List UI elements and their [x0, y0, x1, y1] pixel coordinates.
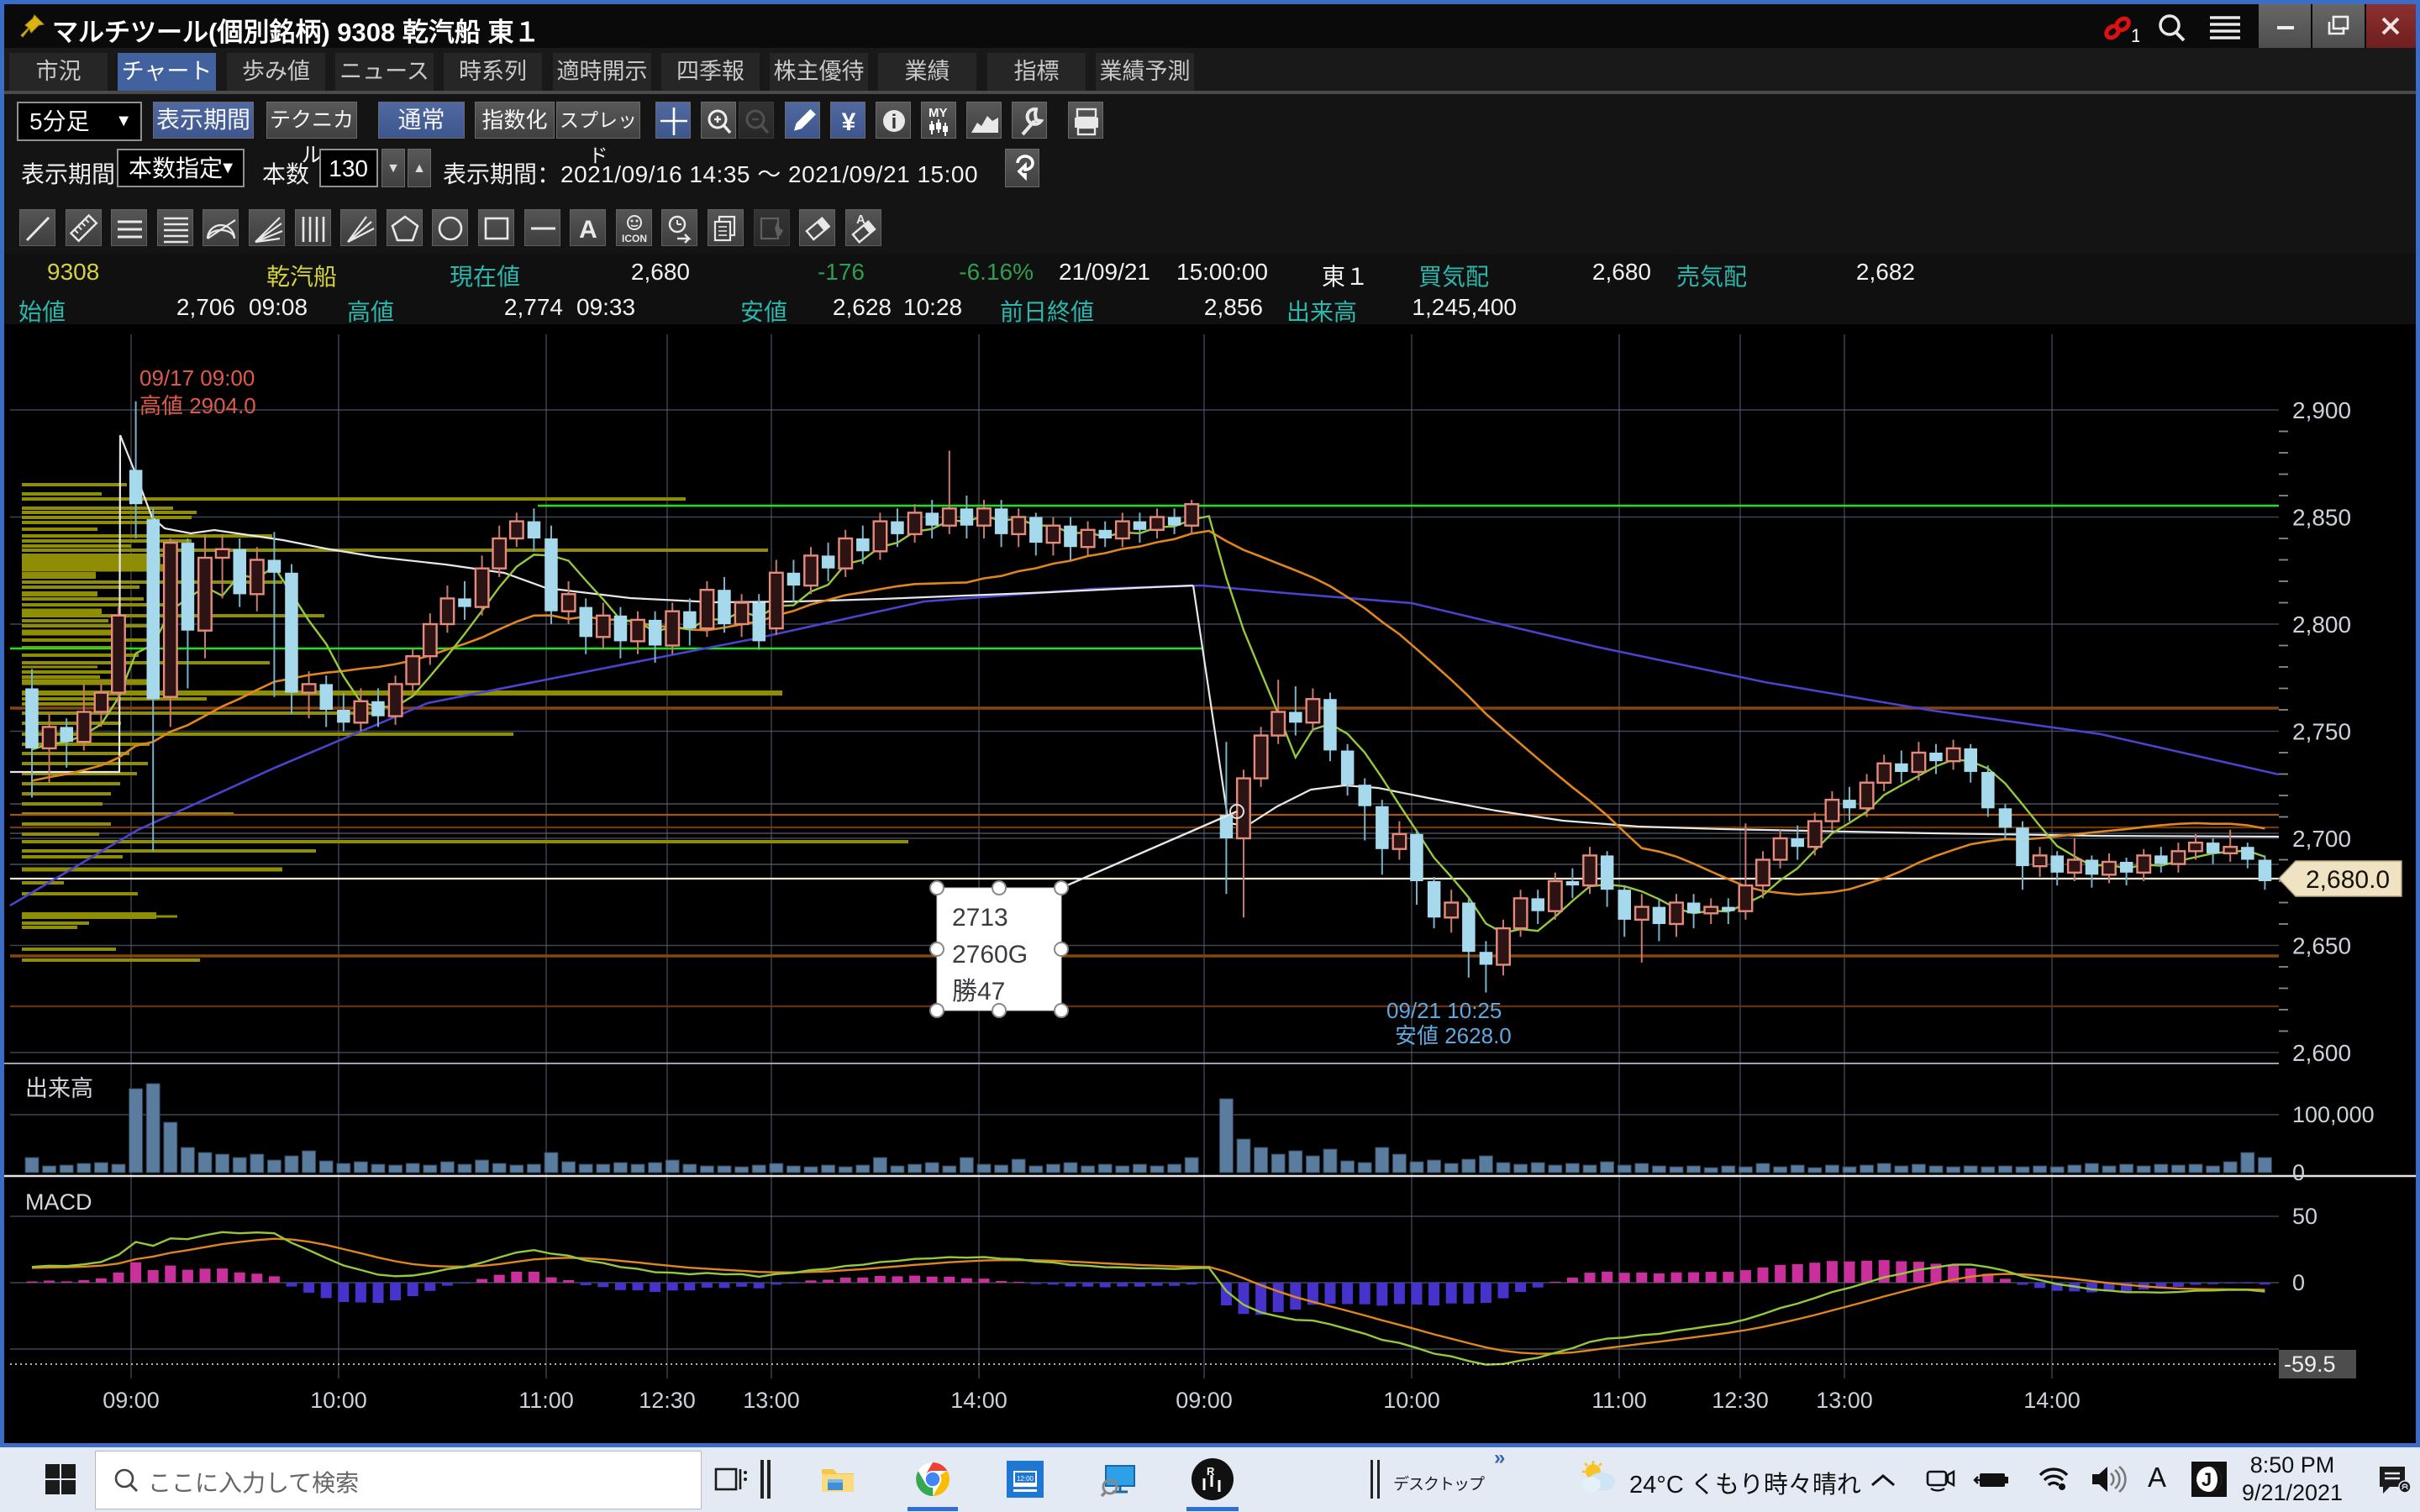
svg-text:2,750: 2,750 [2292, 719, 2351, 745]
svg-text:12:00: 12:00 [1017, 1475, 1034, 1483]
svg-text:12:30: 12:30 [639, 1388, 696, 1413]
svg-text:2,600: 2,600 [2292, 1040, 2351, 1066]
svg-text:2,650: 2,650 [2292, 933, 2351, 959]
svg-text:2,900: 2,900 [2292, 397, 2351, 423]
svg-text:14:00: 14:00 [950, 1388, 1007, 1413]
svg-text:i: i [892, 111, 897, 134]
svg-text:11:00: 11:00 [1591, 1388, 1647, 1413]
svg-text:10:00: 10:00 [310, 1388, 367, 1413]
svg-text:A: A [579, 216, 597, 244]
svg-text:09/17 09:00: 09/17 09:00 [139, 365, 255, 391]
svg-text:12:30: 12:30 [1712, 1388, 1769, 1413]
svg-text:2760G: 2760G [952, 941, 1028, 969]
svg-text:1: 1 [2131, 25, 2139, 44]
svg-text:50: 50 [2292, 1204, 2317, 1229]
svg-text:11:00: 11:00 [518, 1388, 574, 1413]
svg-text:09:00: 09:00 [103, 1388, 160, 1413]
svg-text:2,850: 2,850 [2292, 505, 2351, 531]
svg-text:09/21 10:25: 09/21 10:25 [1386, 998, 1502, 1023]
svg-text:0: 0 [2292, 1270, 2305, 1295]
svg-text:ICON: ICON [622, 233, 647, 244]
svg-text:10:00: 10:00 [1383, 1388, 1440, 1413]
svg-text:勝47: 勝47 [952, 978, 1005, 1005]
svg-text:MACD: MACD [25, 1189, 92, 1215]
svg-text:安値 2628.0: 安値 2628.0 [1395, 1023, 1512, 1048]
svg-text:09:00: 09:00 [1176, 1388, 1233, 1413]
svg-text:13:00: 13:00 [1816, 1388, 1873, 1413]
svg-text:13:00: 13:00 [743, 1388, 800, 1413]
svg-text:0: 0 [2292, 1160, 2305, 1185]
svg-text:J: J [2202, 1469, 2212, 1490]
svg-text:¥: ¥ [842, 108, 856, 136]
svg-text:100,000: 100,000 [2292, 1102, 2375, 1127]
svg-text:14:00: 14:00 [2023, 1388, 2081, 1413]
svg-text:出来高: 出来高 [25, 1076, 93, 1101]
svg-text:MY: MY [929, 106, 948, 120]
svg-text:2,700: 2,700 [2292, 826, 2351, 852]
svg-text:高値 2904.0: 高値 2904.0 [139, 393, 256, 418]
svg-text:2,800: 2,800 [2292, 612, 2351, 638]
svg-text:2,680.0: 2,680.0 [2306, 866, 2390, 894]
svg-text:-59.5: -59.5 [2284, 1352, 2336, 1377]
svg-text:2713: 2713 [952, 904, 1008, 932]
